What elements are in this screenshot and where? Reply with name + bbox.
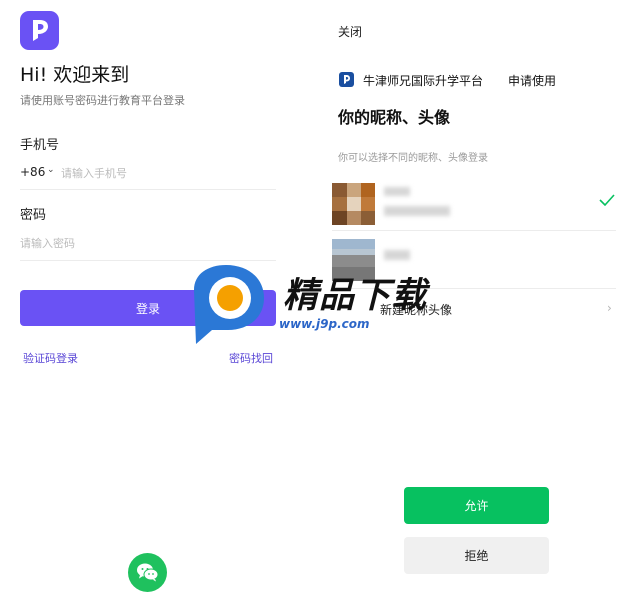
- login-button[interactable]: 登录: [20, 290, 276, 326]
- allow-button[interactable]: 允许: [404, 487, 549, 524]
- country-code-select[interactable]: +86: [20, 165, 45, 179]
- deny-button[interactable]: 拒绝: [404, 537, 549, 574]
- app-logo-icon: [20, 11, 59, 50]
- platform-logo-icon: [339, 72, 354, 87]
- password-input[interactable]: [20, 235, 276, 251]
- check-icon: [599, 194, 615, 206]
- password-divider: [20, 260, 276, 261]
- watermark-url: www.j9p.com: [279, 317, 370, 331]
- prompt-hint: 你可以选择不同的昵称、头像登录: [338, 153, 488, 164]
- blurred-nickname: [384, 250, 410, 260]
- sms-login-link[interactable]: 验证码登录: [23, 350, 78, 366]
- new-avatar-option[interactable]: 新建昵称头像: [380, 301, 452, 318]
- avatar-option-1[interactable]: [332, 176, 616, 232]
- avatar: [332, 183, 375, 225]
- request-use-label: 申请使用: [508, 74, 557, 88]
- login-subtitle: 请使用账号密码进行教育平台登录: [20, 94, 185, 107]
- chevron-down-icon[interactable]: ⌄: [47, 165, 55, 175]
- phone-input[interactable]: [61, 165, 276, 181]
- chevron-right-icon[interactable]: ›: [607, 301, 612, 315]
- phone-label: 手机号: [20, 138, 60, 153]
- avatar-option-2[interactable]: [332, 232, 616, 288]
- avatar: [332, 239, 375, 281]
- wechat-icon: [137, 563, 159, 582]
- wechat-login-button[interactable]: [128, 553, 167, 592]
- platform-name: 牛津师兄国际升学平台: [363, 74, 484, 88]
- phone-divider: [20, 189, 276, 190]
- prompt-title: 你的昵称、头像: [338, 108, 451, 127]
- row-divider: [332, 288, 616, 289]
- close-button[interactable]: 关闭: [338, 23, 362, 40]
- recover-password-link[interactable]: 密码找回: [229, 350, 273, 366]
- blurred-account: [384, 206, 450, 216]
- password-label: 密码: [20, 208, 47, 223]
- welcome-heading: Hi! 欢迎来到: [20, 64, 130, 86]
- blurred-nickname: [384, 187, 410, 196]
